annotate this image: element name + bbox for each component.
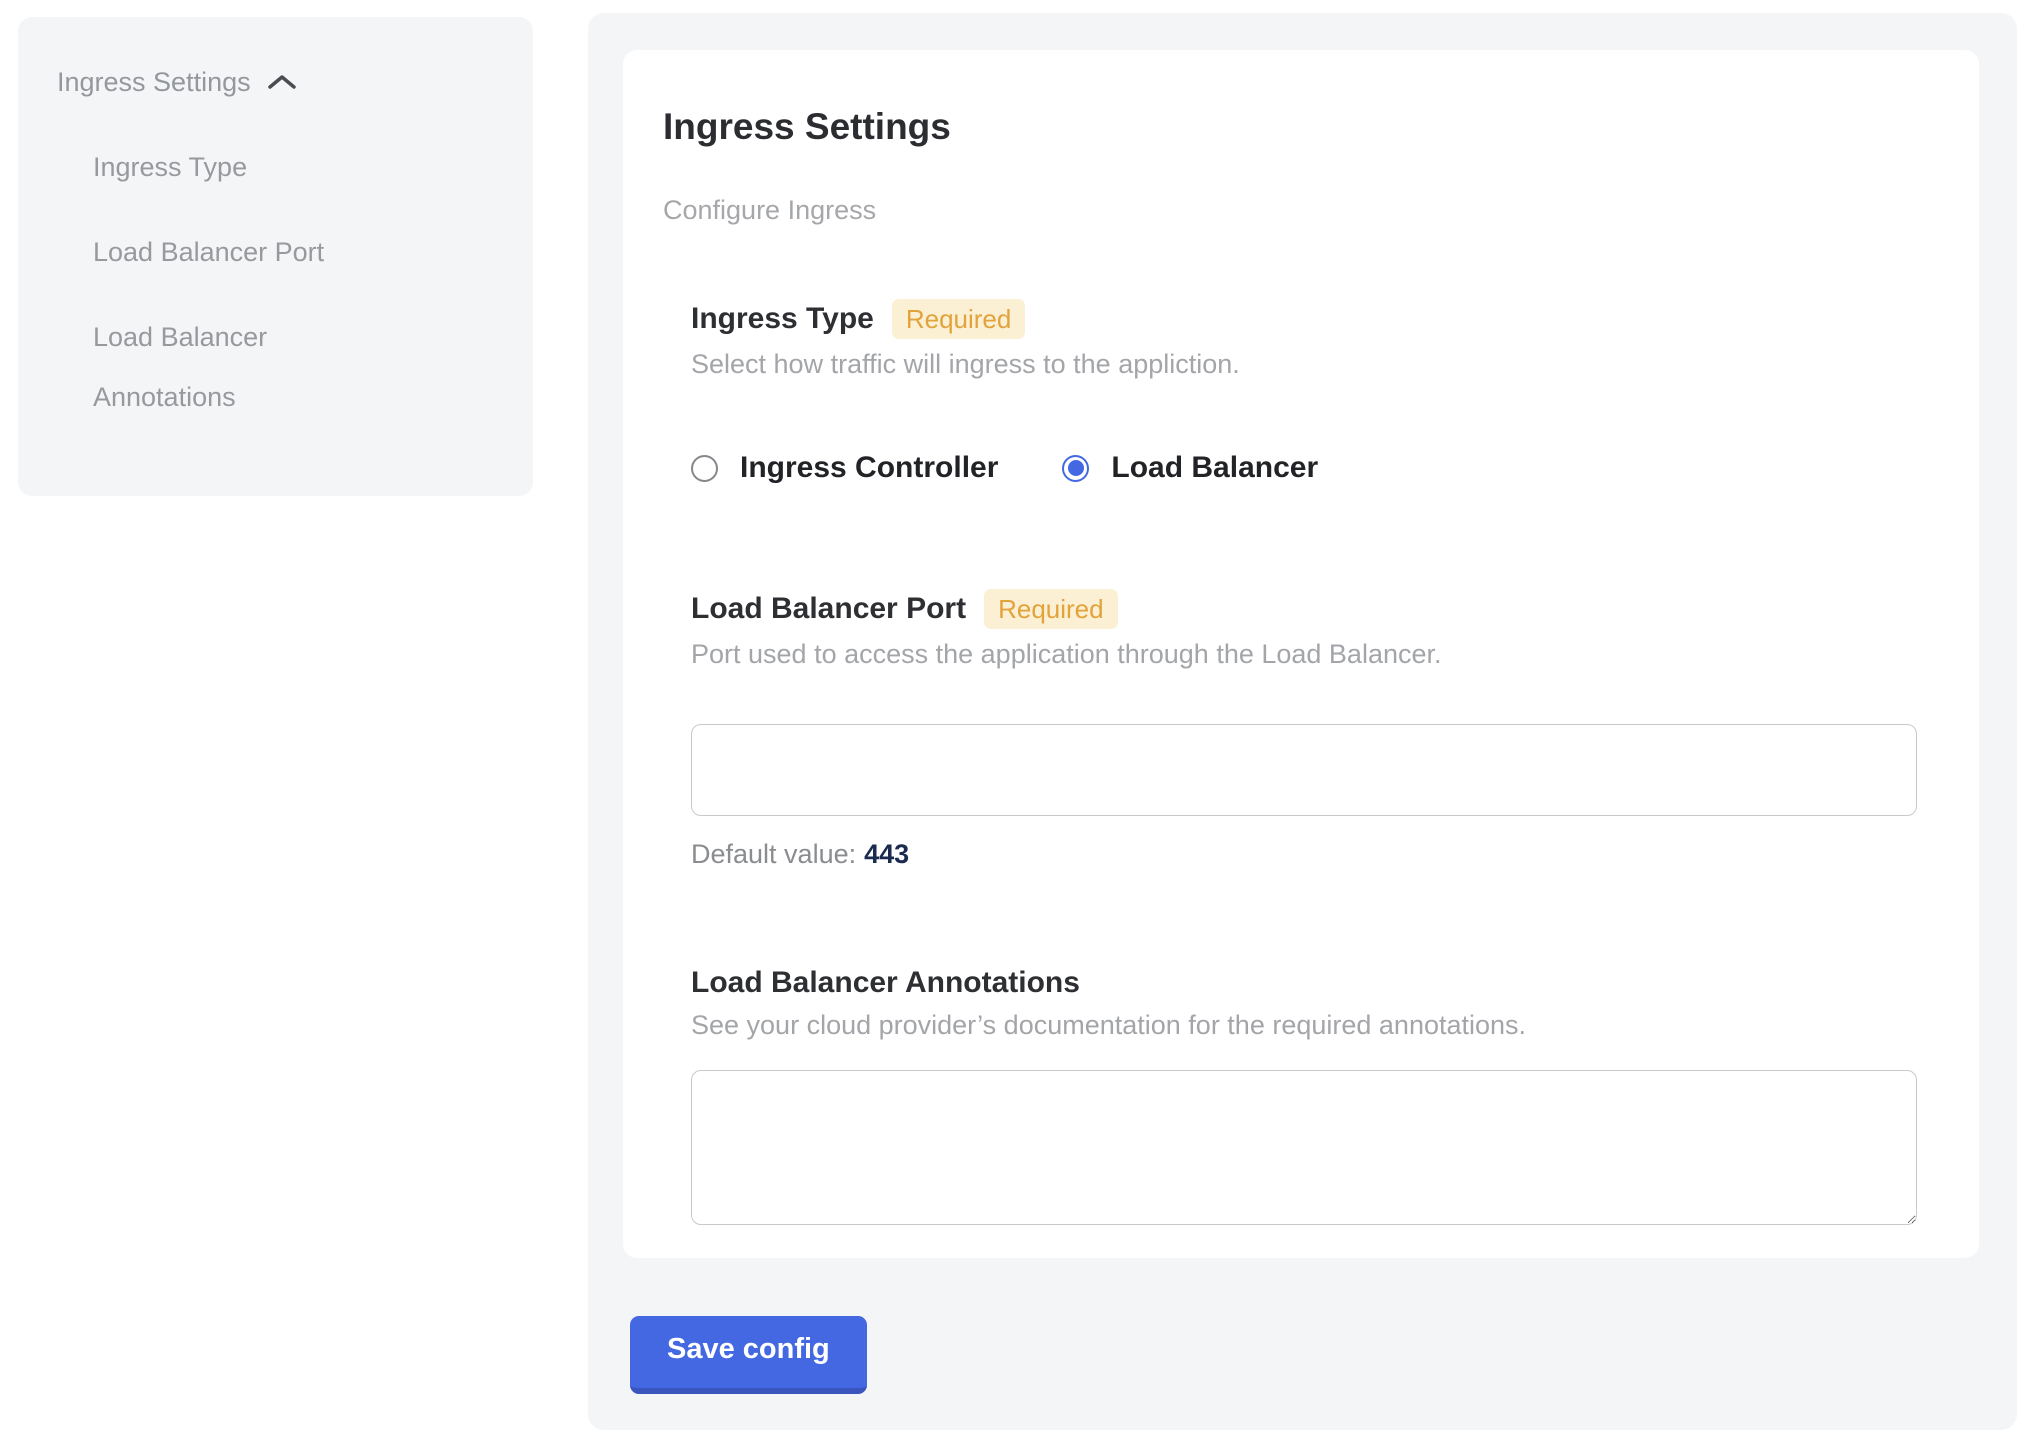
required-badge: Required [984, 589, 1118, 629]
section-load-balancer-annotations: Load Balancer Annotations See your cloud… [691, 966, 1919, 1225]
default-value-line: Default value: 443 [691, 839, 1919, 870]
ingress-type-description: Select how traffic will ingress to the a… [691, 349, 1919, 379]
radio-option-label: Ingress Controller [740, 451, 998, 485]
load-balancer-annotations-textarea[interactable] [691, 1070, 1917, 1225]
chevron-up-icon [267, 73, 297, 91]
sidebar-item-ingress-type[interactable]: Ingress Type [93, 137, 363, 197]
section-ingress-type: Ingress Type Required Select how traffic… [691, 299, 1919, 485]
radio-button-icon[interactable] [691, 455, 718, 482]
required-badge: Required [892, 299, 1026, 339]
page-title: Ingress Settings [663, 108, 1919, 146]
ingress-type-label: Ingress Type [691, 302, 874, 336]
sidebar-item-load-balancer-port[interactable]: Load Balancer Port [93, 222, 363, 282]
page-subtitle: Configure Ingress [663, 196, 1919, 224]
load-balancer-annotations-label: Load Balancer Annotations [691, 966, 1080, 1000]
load-balancer-port-description: Port used to access the application thro… [691, 639, 1919, 669]
radio-option-load-balancer[interactable]: Load Balancer [1062, 451, 1318, 485]
radio-option-ingress-controller[interactable]: Ingress Controller [691, 451, 998, 485]
load-balancer-port-label: Load Balancer Port [691, 592, 966, 626]
settings-sidebar: Ingress Settings Ingress Type Load Balan… [18, 17, 533, 496]
radio-option-label: Load Balancer [1111, 451, 1318, 485]
default-value-label: Default value: [691, 839, 856, 869]
sidebar-item-load-balancer-annotations[interactable]: Load Balancer Annotations [93, 307, 363, 427]
radio-button-icon[interactable] [1062, 455, 1089, 482]
sidebar-group-label: Ingress Settings [57, 52, 251, 112]
save-config-button[interactable]: Save config [630, 1316, 867, 1394]
section-load-balancer-port: Load Balancer Port Required Port used to… [691, 589, 1919, 870]
sidebar-group-ingress-settings[interactable]: Ingress Settings [57, 52, 503, 112]
load-balancer-annotations-description: See your cloud provider’s documentation … [691, 1010, 1919, 1040]
ingress-type-radio-group: Ingress Controller Load Balancer [691, 451, 1919, 485]
ingress-settings-card: Ingress Settings Configure Ingress Ingre… [623, 50, 1979, 1258]
default-value: 443 [864, 839, 909, 869]
main-panel: Ingress Settings Configure Ingress Ingre… [588, 13, 2017, 1430]
load-balancer-port-input[interactable] [691, 724, 1917, 816]
